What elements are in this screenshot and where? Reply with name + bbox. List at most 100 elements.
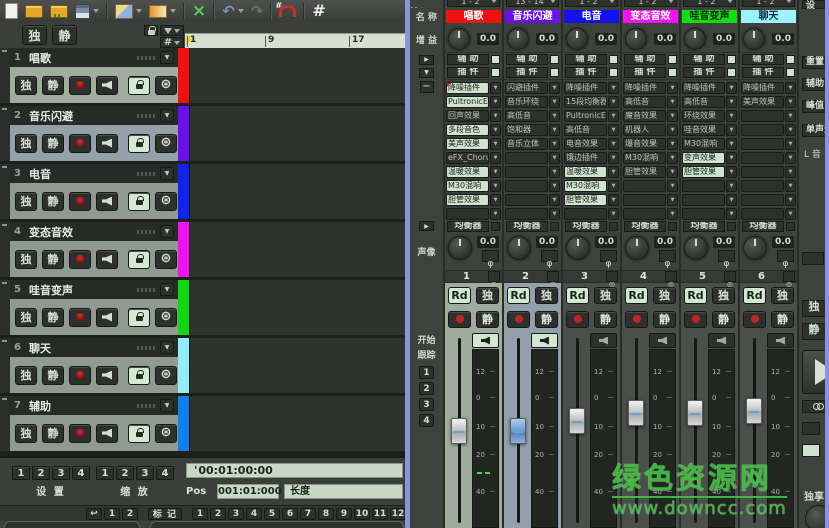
gain-knob[interactable] bbox=[743, 28, 765, 50]
plugin-slot-button[interactable]: 音乐立体 bbox=[505, 138, 548, 150]
track-fx-button[interactable] bbox=[155, 76, 177, 95]
plugin-slot-dropdown[interactable] bbox=[549, 82, 560, 94]
channel-monitor-button[interactable] bbox=[708, 333, 735, 348]
plugin-slot-dropdown[interactable] bbox=[549, 138, 560, 150]
channel-mute-button[interactable]: 静 bbox=[712, 311, 735, 328]
phase-button[interactable] bbox=[541, 250, 558, 262]
aux-button[interactable]: 辅 助 bbox=[447, 54, 489, 65]
plugin-slot-button[interactable]: 电音效果 bbox=[564, 138, 607, 150]
preset-button[interactable]: 1 bbox=[96, 466, 114, 480]
plugin-slot-button[interactable] bbox=[682, 208, 725, 220]
plugin-slot-button[interactable]: 饱和器 bbox=[505, 124, 548, 136]
channel-input-select[interactable]: 1 - 2 bbox=[742, 0, 795, 7]
gain-knob[interactable] bbox=[507, 28, 529, 50]
plugin-slot-button[interactable] bbox=[505, 166, 548, 178]
folder-button[interactable] bbox=[802, 252, 824, 265]
plugin-button[interactable]: 插 件 bbox=[506, 67, 548, 78]
plugin-slot-button[interactable]: 美声效果 bbox=[446, 138, 489, 150]
channel-select-button[interactable] bbox=[606, 271, 618, 282]
plugin-slot-button[interactable] bbox=[741, 152, 784, 164]
volume-fader[interactable] bbox=[448, 333, 470, 528]
preset-button[interactable]: 1 bbox=[12, 466, 30, 480]
plugin-slot-dropdown[interactable] bbox=[726, 194, 737, 206]
redo-icon[interactable] bbox=[251, 4, 264, 19]
pan-knob[interactable] bbox=[743, 236, 767, 260]
channel-input-select[interactable]: 1 - 2 bbox=[624, 0, 677, 7]
plugin-slot-button[interactable]: 哇音效果 bbox=[682, 124, 725, 136]
track-header[interactable]: 3 电音 bbox=[10, 164, 178, 183]
volume-fader[interactable] bbox=[743, 333, 765, 528]
marker-number-button[interactable]: 2 bbox=[210, 508, 226, 520]
plugin-slot-button[interactable] bbox=[446, 208, 489, 220]
plugin-enable-light[interactable] bbox=[786, 68, 795, 77]
import-media-icon[interactable] bbox=[50, 5, 68, 18]
marker-number-button[interactable]: 10 bbox=[354, 508, 370, 520]
plugin-slot-button[interactable]: 魔音效果 bbox=[623, 110, 666, 122]
envelope-tool-icon[interactable] bbox=[115, 4, 142, 19]
eq-expand-button[interactable] bbox=[419, 221, 434, 231]
open-folder-icon[interactable] bbox=[25, 5, 43, 18]
plugin-slot-button[interactable]: 降噪插件 bbox=[682, 82, 725, 94]
gain-knob[interactable] bbox=[448, 28, 470, 50]
eq-button[interactable]: 均衡器 bbox=[447, 221, 489, 232]
track-record-button[interactable] bbox=[69, 134, 91, 153]
track-panel[interactable]: 1 唱歌 独 静 bbox=[10, 48, 178, 103]
plugin-slot-button[interactable] bbox=[682, 194, 725, 206]
aux-button[interactable]: 辅 助 bbox=[624, 54, 666, 65]
play-button[interactable] bbox=[802, 350, 825, 394]
aux-enable-light[interactable] bbox=[609, 55, 618, 64]
eq-enable-light[interactable] bbox=[727, 222, 736, 231]
fader-bank-button[interactable]: 4 bbox=[419, 414, 434, 427]
plugin-slot-dropdown[interactable] bbox=[490, 110, 501, 122]
phase-button[interactable] bbox=[777, 250, 794, 262]
track-monitor-button[interactable] bbox=[96, 192, 118, 211]
track-fx-button[interactable] bbox=[155, 250, 177, 269]
track-record-button[interactable] bbox=[69, 424, 91, 443]
track-monitor-button[interactable] bbox=[96, 424, 118, 443]
aux-enable-light[interactable] bbox=[491, 55, 500, 64]
track-panel[interactable]: 2 音乐闪避 独 静 bbox=[10, 106, 178, 161]
track-mute-button[interactable]: 静 bbox=[42, 76, 64, 95]
pan-knob[interactable] bbox=[566, 236, 590, 260]
preset-button[interactable]: 4 bbox=[156, 466, 174, 480]
plugin-slot-button[interactable]: 温暖效果 bbox=[446, 166, 489, 178]
plugin-slot-button[interactable]: 降噪插件 bbox=[564, 82, 607, 94]
channel-name[interactable]: 唱歌 bbox=[446, 10, 501, 23]
plugin-button[interactable]: 插 件 bbox=[683, 67, 725, 78]
marker-number-button[interactable]: 4 bbox=[246, 508, 262, 520]
plugin-slot-dropdown[interactable] bbox=[490, 96, 501, 108]
plugin-slot-button[interactable]: 降噪插件 bbox=[623, 82, 666, 94]
phase-button[interactable] bbox=[718, 250, 735, 262]
plugin-slot-dropdown[interactable] bbox=[785, 194, 796, 206]
plugin-slot-button[interactable] bbox=[623, 180, 666, 192]
fader-handle[interactable] bbox=[746, 398, 762, 424]
volume-fader[interactable] bbox=[625, 333, 647, 528]
channel-record-button[interactable] bbox=[684, 311, 707, 328]
track-dropdown-button[interactable] bbox=[160, 341, 174, 354]
eq-enable-light[interactable] bbox=[609, 222, 618, 231]
snap-magnet-icon[interactable] bbox=[279, 5, 296, 17]
channel-record-button[interactable] bbox=[566, 311, 589, 328]
plugin-slot-dropdown[interactable] bbox=[490, 152, 501, 164]
plugin-slot-button[interactable] bbox=[741, 180, 784, 192]
plugin-slot-button[interactable]: 高低音 bbox=[682, 96, 725, 108]
track-lane[interactable] bbox=[189, 48, 405, 103]
track-solo-button[interactable]: 独 bbox=[15, 366, 37, 385]
marker-number-button[interactable]: 5 bbox=[264, 508, 280, 520]
page-button[interactable]: 2 bbox=[122, 508, 138, 520]
channel-solo-button[interactable]: 独 bbox=[476, 287, 499, 304]
track-record-button[interactable] bbox=[69, 308, 91, 327]
track-solo-button[interactable]: 独 bbox=[15, 250, 37, 269]
plugin-button[interactable]: 插 件 bbox=[565, 67, 607, 78]
plugin-slot-button[interactable]: 高低音 bbox=[564, 124, 607, 136]
plugin-slot-button[interactable] bbox=[564, 208, 607, 220]
plugin-slot-dropdown[interactable] bbox=[608, 96, 619, 108]
plugin-slot-dropdown[interactable] bbox=[490, 138, 501, 150]
track-mute-button[interactable]: 静 bbox=[42, 134, 64, 153]
track-lock-button[interactable] bbox=[128, 250, 150, 269]
plugin-enable-light[interactable] bbox=[491, 68, 500, 77]
marker-number-button[interactable]: 6 bbox=[282, 508, 298, 520]
master-reset-button[interactable]: 重置 bbox=[802, 56, 825, 69]
marker-number-button[interactable]: 8 bbox=[318, 508, 334, 520]
plugin-slot-dropdown[interactable] bbox=[549, 194, 560, 206]
